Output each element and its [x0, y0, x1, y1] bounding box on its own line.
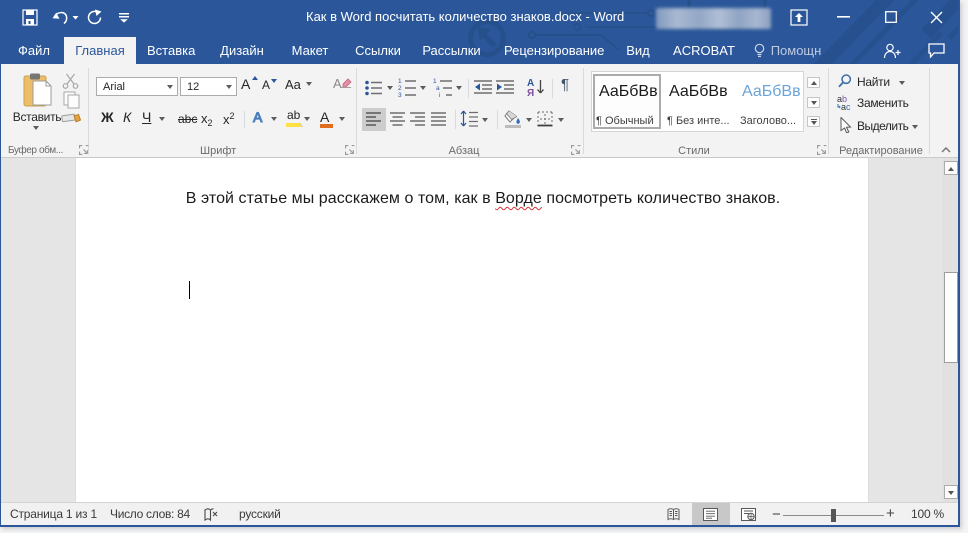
svg-text:2: 2 — [398, 85, 402, 92]
svg-text:1: 1 — [398, 78, 402, 85]
svg-text:Я: Я — [527, 88, 534, 97]
svg-text:1: 1 — [433, 78, 437, 85]
svg-text:a: a — [436, 85, 440, 92]
svg-text:3: 3 — [398, 92, 402, 98]
svg-text:c: c — [846, 102, 851, 111]
svg-text:i: i — [439, 92, 440, 98]
